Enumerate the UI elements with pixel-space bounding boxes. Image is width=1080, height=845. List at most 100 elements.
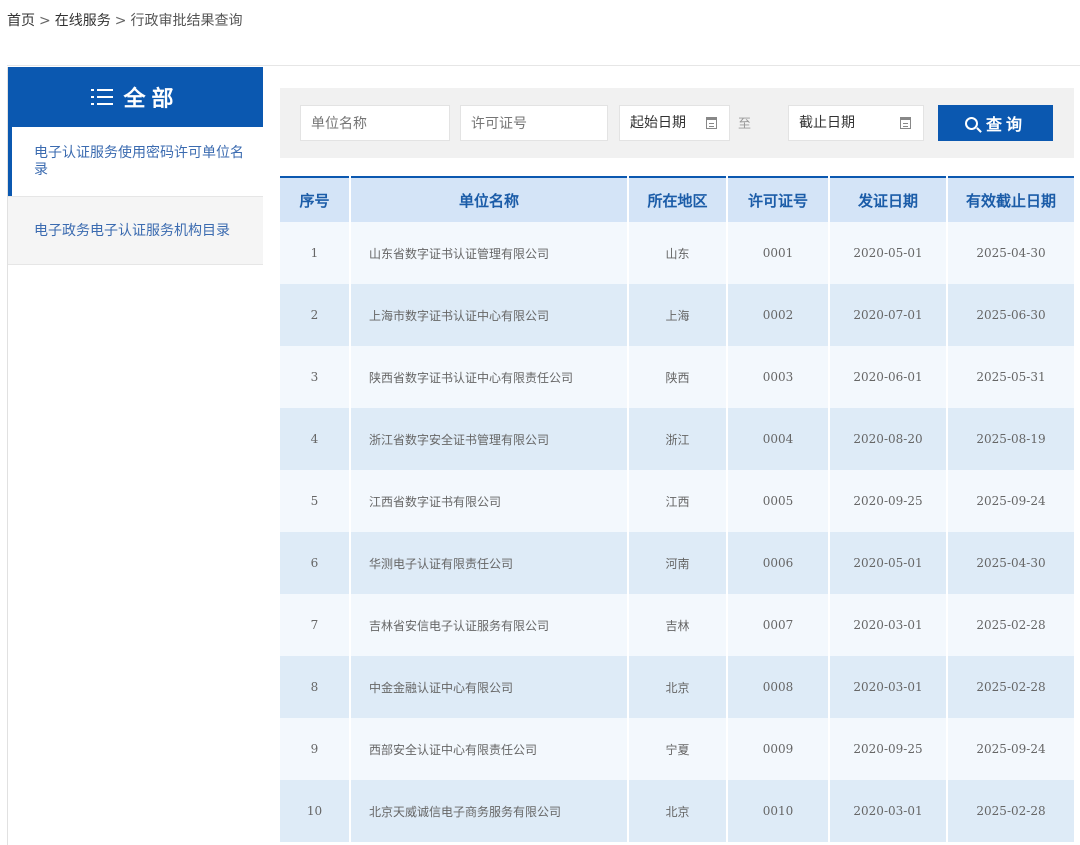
cell-index: 4 — [280, 408, 351, 470]
cell-license-number: 0002 — [727, 284, 830, 346]
cell-index: 7 — [280, 594, 351, 656]
sidebar: 全部 电子认证服务使用密码许可单位名录 电子政务电子认证服务机构目录 — [7, 67, 263, 845]
cell-expiry-date: 2025-08-19 — [947, 408, 1074, 470]
cell-unit-name: 吉林省安信电子认证服务有限公司 — [350, 594, 629, 656]
cell-index: 3 — [280, 346, 351, 408]
table-row: 8 中金金融认证中心有限公司 北京 0008 2020-03-01 2025-02-28 — [280, 656, 1074, 718]
cell-region: 浙江 — [628, 408, 728, 470]
cell-license-number: 0010 — [727, 780, 830, 842]
breadcrumb-home-link[interactable]: 首页 — [7, 13, 35, 29]
unit-name-input[interactable] — [300, 105, 450, 141]
sidebar-header[interactable]: 全部 — [8, 67, 263, 127]
cell-license-number: 0009 — [727, 718, 830, 780]
calendar-icon[interactable] — [706, 117, 717, 129]
cell-issue-date: 2020-05-01 — [829, 532, 948, 594]
table-row: 6 华测电子认证有限责任公司 河南 0006 2020-05-01 2025-04-30 — [280, 532, 1074, 594]
cell-region: 江西 — [628, 470, 728, 532]
table-row: 9 西部安全认证中心有限责任公司 宁夏 0009 2020-09-25 2025-09-2… — [280, 718, 1074, 780]
cell-issue-date: 2020-05-01 — [829, 222, 948, 284]
cell-index: 6 — [280, 532, 351, 594]
start-date-placeholder: 起始日期 — [630, 115, 686, 131]
sidebar-item-label: 电子政务电子认证服务机构目录 — [34, 223, 230, 239]
cell-expiry-date: 2025-04-30 — [947, 532, 1074, 594]
cell-expiry-date: 2025-02-28 — [947, 594, 1074, 656]
cell-region: 吉林 — [628, 594, 728, 656]
cell-expiry-date: 2025-09-24 — [947, 718, 1074, 780]
top-divider — [7, 65, 1080, 66]
column-header-unit-name: 单位名称 — [350, 177, 629, 222]
cell-region: 山东 — [628, 222, 728, 284]
breadcrumb-separator: > — [39, 13, 51, 29]
breadcrumb-separator: > — [114, 13, 127, 29]
cell-region: 陕西 — [628, 346, 728, 408]
query-button[interactable]: 查询 — [938, 105, 1053, 141]
cell-unit-name: 北京天威诚信电子商务服务有限公司 — [350, 780, 629, 842]
search-icon — [964, 116, 978, 130]
cell-license-number: 0001 — [727, 222, 830, 284]
cell-unit-name: 陕西省数字证书认证中心有限责任公司 — [350, 346, 629, 408]
cell-unit-name: 上海市数字证书认证中心有限公司 — [350, 284, 629, 346]
cell-region: 上海 — [628, 284, 728, 346]
cell-index: 10 — [280, 780, 351, 842]
cell-license-number: 0007 — [727, 594, 830, 656]
cell-unit-name: 浙江省数字安全证书管理有限公司 — [350, 408, 629, 470]
results-table: 序号 单位名称 所在地区 许可证号 发证日期 有效截止日期 1 山东省数字证书认证… — [280, 176, 1074, 842]
cell-issue-date: 2020-09-25 — [829, 718, 948, 780]
table-row: 4 浙江省数字安全证书管理有限公司 浙江 0004 2020-08-20 2025-08-… — [280, 408, 1074, 470]
cell-issue-date: 2020-03-01 — [829, 780, 948, 842]
cell-region: 宁夏 — [628, 718, 728, 780]
cell-expiry-date: 2025-02-28 — [947, 780, 1074, 842]
breadcrumb-current: 行政审批结果查询 — [130, 13, 243, 29]
table-row: 5 江西省数字证书有限公司 江西 0005 2020-09-25 2025-09-24 — [280, 470, 1074, 532]
end-date-input[interactable]: 截止日期 — [788, 105, 924, 141]
table-row: 7 吉林省安信电子认证服务有限公司 吉林 0007 2020-03-01 2025-02-… — [280, 594, 1074, 656]
table-row: 2 上海市数字证书认证中心有限公司 上海 0002 2020-07-01 2025-06-… — [280, 284, 1074, 346]
cell-expiry-date: 2025-06-30 — [947, 284, 1074, 346]
results-table-container: 序号 单位名称 所在地区 许可证号 发证日期 有效截止日期 1 山东省数字证书认证… — [280, 176, 1074, 842]
column-header-issue-date: 发证日期 — [829, 177, 948, 222]
sidebar-item-egov-ca-directory[interactable]: 电子政务电子认证服务机构目录 — [8, 196, 263, 265]
table-row: 10 北京天威诚信电子商务服务有限公司 北京 0010 2020-03-01 2025-0… — [280, 780, 1074, 842]
cell-unit-name: 江西省数字证书有限公司 — [350, 470, 629, 532]
cell-region: 北京 — [628, 656, 728, 718]
cell-unit-name: 华测电子认证有限责任公司 — [350, 532, 629, 594]
table-body: 1 山东省数字证书认证管理有限公司 山东 0001 2020-05-01 2025-04-… — [280, 222, 1074, 842]
cell-index: 1 — [280, 222, 351, 284]
date-range-to-label: 至 — [738, 117, 752, 132]
start-date-input[interactable]: 起始日期 — [619, 105, 730, 141]
cell-index: 5 — [280, 470, 351, 532]
cell-index: 9 — [280, 718, 351, 780]
cell-expiry-date: 2025-02-28 — [947, 656, 1074, 718]
license-number-input[interactable] — [460, 105, 608, 141]
cell-index: 2 — [280, 284, 351, 346]
sidebar-title: 全部 — [123, 87, 180, 112]
cell-issue-date: 2020-03-01 — [829, 656, 948, 718]
cell-expiry-date: 2025-09-24 — [947, 470, 1074, 532]
column-header-index: 序号 — [280, 177, 351, 222]
cell-unit-name: 中金金融认证中心有限公司 — [350, 656, 629, 718]
cell-expiry-date: 2025-04-30 — [947, 222, 1074, 284]
sidebar-item-crypto-license-directory[interactable]: 电子认证服务使用密码许可单位名录 — [8, 127, 263, 196]
search-bar: 起始日期 至 截止日期 查询 — [280, 88, 1074, 158]
column-header-expiry-date: 有效截止日期 — [947, 177, 1074, 222]
cell-issue-date: 2020-03-01 — [829, 594, 948, 656]
cell-license-number: 0008 — [727, 656, 830, 718]
cell-license-number: 0004 — [727, 408, 830, 470]
cell-issue-date: 2020-07-01 — [829, 284, 948, 346]
sidebar-item-label: 电子认证服务使用密码许可单位名录 — [34, 144, 244, 178]
cell-issue-date: 2020-09-25 — [829, 470, 948, 532]
table-row: 1 山东省数字证书认证管理有限公司 山东 0001 2020-05-01 2025-04-… — [280, 222, 1074, 284]
cell-index: 8 — [280, 656, 351, 718]
column-header-license-number: 许可证号 — [727, 177, 830, 222]
cell-region: 河南 — [628, 532, 728, 594]
breadcrumb-online-service-link[interactable]: 在线服务 — [55, 13, 111, 29]
calendar-icon[interactable] — [900, 117, 911, 129]
cell-region: 北京 — [628, 780, 728, 842]
list-icon — [91, 88, 114, 106]
table-row: 3 陕西省数字证书认证中心有限责任公司 陕西 0003 2020-06-01 2025-0… — [280, 346, 1074, 408]
cell-unit-name: 山东省数字证书认证管理有限公司 — [350, 222, 629, 284]
cell-issue-date: 2020-06-01 — [829, 346, 948, 408]
cell-unit-name: 西部安全认证中心有限责任公司 — [350, 718, 629, 780]
breadcrumb: 首页 > 在线服务 > 行政审批结果查询 — [7, 10, 242, 30]
cell-license-number: 0005 — [727, 470, 830, 532]
